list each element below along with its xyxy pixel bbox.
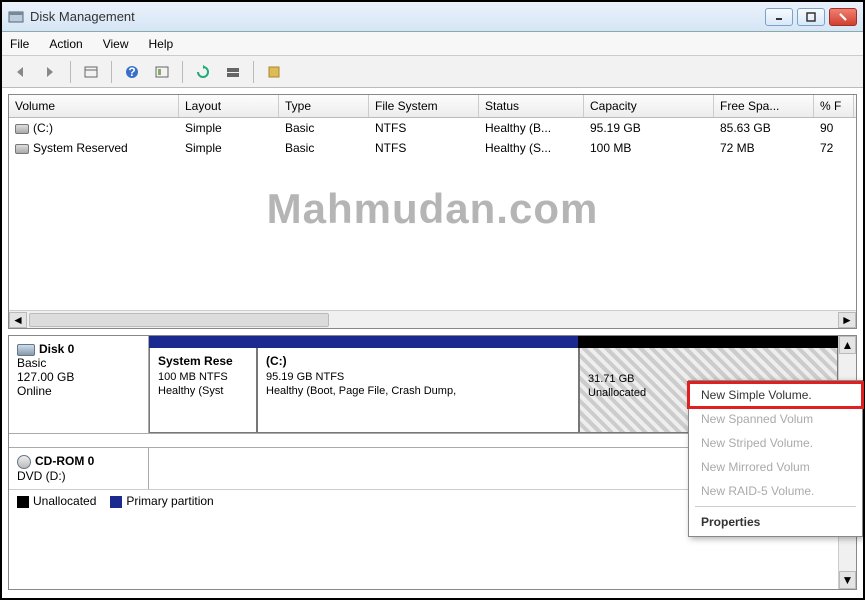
cell-type: Basic	[279, 118, 369, 138]
back-button[interactable]	[8, 60, 32, 84]
volume-list-header: Volume Layout Type File System Status Ca…	[9, 95, 856, 118]
close-button[interactable]	[829, 8, 857, 26]
table-row[interactable]: System Reserved Simple Basic NTFS Health…	[9, 138, 856, 158]
col-percentfree[interactable]: % F	[814, 95, 854, 117]
col-type[interactable]: Type	[279, 95, 369, 117]
menu-file[interactable]: File	[10, 37, 29, 51]
menu-help[interactable]: Help	[149, 37, 174, 51]
cell-fs: NTFS	[369, 138, 479, 158]
menu-new-simple-volume[interactable]: New Simple Volume.	[689, 383, 862, 407]
toolbar-separator	[182, 61, 183, 83]
menu-new-striped-volume: New Striped Volume.	[689, 431, 862, 455]
menu-separator	[695, 506, 856, 507]
partition-status: Healthy (Syst	[158, 384, 248, 398]
col-volume[interactable]: Volume	[9, 95, 179, 117]
toolbar-separator	[111, 61, 112, 83]
settings-button[interactable]	[150, 60, 174, 84]
cell-capacity: 100 MB	[584, 138, 714, 158]
scroll-up-arrow[interactable]: ▲	[839, 336, 856, 354]
disk-name: Disk 0	[39, 342, 74, 356]
menu-properties[interactable]: Properties	[689, 510, 862, 534]
menu-view[interactable]: View	[103, 37, 129, 51]
cell-volume: (C:)	[33, 121, 53, 135]
cell-type: Basic	[279, 138, 369, 158]
maximize-button[interactable]	[797, 8, 825, 26]
cell-pct: 90	[814, 118, 854, 138]
minimize-button[interactable]	[765, 8, 793, 26]
toolbar-separator	[70, 61, 71, 83]
partition-system-reserved[interactable]: System Rese 100 MB NTFS Healthy (Syst	[149, 348, 257, 433]
forward-button[interactable]	[38, 60, 62, 84]
help-button[interactable]: ?	[120, 60, 144, 84]
app-icon	[8, 9, 24, 25]
cell-layout: Simple	[179, 118, 279, 138]
col-freespace[interactable]: Free Spa...	[714, 95, 814, 117]
cell-free: 85.63 GB	[714, 118, 814, 138]
drive-icon	[15, 124, 29, 134]
disk-list-button[interactable]	[221, 60, 245, 84]
watermark-text: Mahmudan.com	[9, 185, 856, 233]
disk-label[interactable]: Disk 0 Basic 127.00 GB Online	[9, 336, 149, 433]
legend-unallocated-label: Unallocated	[33, 494, 96, 508]
cdrom-icon	[17, 455, 31, 469]
disk-status: Online	[17, 384, 140, 398]
menu-action[interactable]: Action	[49, 37, 82, 51]
scroll-thumb[interactable]	[29, 313, 329, 327]
legend-unallocated-swatch	[17, 496, 29, 508]
scroll-left-arrow[interactable]: ◄	[9, 312, 27, 328]
partition-status: Healthy (Boot, Page File, Crash Dump,	[266, 384, 570, 398]
title-bar: Disk Management	[2, 2, 863, 32]
cell-volume: System Reserved	[33, 141, 128, 155]
cell-status: Healthy (B...	[479, 118, 584, 138]
cell-layout: Simple	[179, 138, 279, 158]
action-button[interactable]	[262, 60, 286, 84]
drive-icon	[15, 144, 29, 154]
partition-size: 100 MB NTFS	[158, 370, 248, 384]
refresh-button[interactable]	[191, 60, 215, 84]
cell-pct: 72	[814, 138, 854, 158]
cdrom-name: CD-ROM 0	[35, 454, 94, 468]
legend-primary-label: Primary partition	[126, 494, 213, 508]
volume-list: Volume Layout Type File System Status Ca…	[8, 94, 857, 329]
horizontal-scrollbar[interactable]: ◄ ►	[9, 310, 856, 328]
toolbar: ?	[2, 56, 863, 88]
col-capacity[interactable]: Capacity	[584, 95, 714, 117]
table-row[interactable]: (C:) Simple Basic NTFS Healthy (B... 95.…	[9, 118, 856, 138]
toolbar-separator	[253, 61, 254, 83]
partition-size: 95.19 GB NTFS	[266, 370, 570, 384]
scroll-down-arrow[interactable]: ▼	[839, 571, 856, 589]
menu-new-spanned-volume: New Spanned Volum	[689, 407, 862, 431]
legend-primary-swatch	[110, 496, 122, 508]
disk-size: 127.00 GB	[17, 370, 140, 384]
scroll-right-arrow[interactable]: ►	[838, 312, 856, 328]
disk-icon	[17, 344, 35, 356]
cdrom-label[interactable]: CD-ROM 0 DVD (D:)	[9, 448, 149, 489]
partition-color-bar	[149, 336, 838, 348]
context-menu: New Simple Volume. New Spanned Volum New…	[688, 380, 863, 537]
cell-fs: NTFS	[369, 118, 479, 138]
col-layout[interactable]: Layout	[179, 95, 279, 117]
col-filesystem[interactable]: File System	[369, 95, 479, 117]
svg-text:?: ?	[128, 65, 135, 79]
cell-free: 72 MB	[714, 138, 814, 158]
col-status[interactable]: Status	[479, 95, 584, 117]
cell-status: Healthy (S...	[479, 138, 584, 158]
partition-c-drive[interactable]: (C:) 95.19 GB NTFS Healthy (Boot, Page F…	[257, 348, 579, 433]
partition-title: (C:)	[266, 354, 570, 368]
cell-capacity: 95.19 GB	[584, 118, 714, 138]
menu-new-mirrored-volume: New Mirrored Volum	[689, 455, 862, 479]
menu-bar: File Action View Help	[2, 32, 863, 56]
menu-new-raid5-volume: New RAID-5 Volume.	[689, 479, 862, 503]
window-title: Disk Management	[30, 9, 765, 24]
show-hide-console-button[interactable]	[79, 60, 103, 84]
partition-title: System Rese	[158, 354, 248, 368]
cdrom-line: DVD (D:)	[17, 469, 140, 483]
disk-type: Basic	[17, 356, 140, 370]
